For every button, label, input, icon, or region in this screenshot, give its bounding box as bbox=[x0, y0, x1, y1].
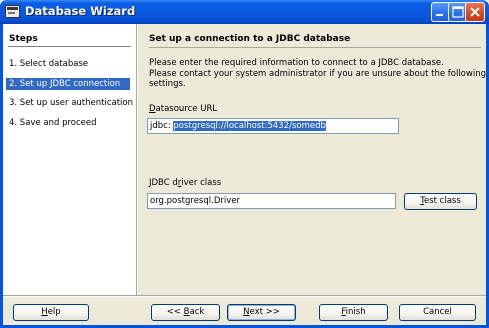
page-title: Set up a connection to a JDBC database bbox=[149, 34, 351, 44]
step-save-proceed: 4. Save and proceed bbox=[9, 118, 97, 128]
steps-panel: Steps 1. Select database 2. Set up JDBC … bbox=[3, 24, 136, 295]
url-value: postgresql://localhost:5432/somedb bbox=[173, 121, 326, 131]
description-line: Please contact your system administrator… bbox=[149, 68, 486, 79]
step-jdbc-connection: 2. Set up JDBC connection bbox=[6, 78, 130, 90]
close-button[interactable] bbox=[465, 2, 485, 22]
app-icon bbox=[5, 5, 20, 18]
datasource-url-field[interactable]: jdbc: postgresql://localhost:5432/somedb bbox=[147, 118, 399, 134]
test-class-button[interactable]: Test class bbox=[404, 193, 477, 210]
wizard-body: Steps 1. Select database 2. Set up JDBC … bbox=[3, 24, 486, 325]
next-button[interactable]: Next >> bbox=[227, 304, 296, 321]
title-bar[interactable]: Database Wizard bbox=[0, 0, 489, 24]
title-divider bbox=[149, 47, 481, 48]
back-button[interactable]: << Back bbox=[151, 304, 220, 321]
database-wizard-window: Database Wizard Steps 1. Select database… bbox=[0, 0, 489, 328]
url-prefix: jdbc: bbox=[150, 121, 171, 131]
finish-button[interactable]: Finish bbox=[319, 304, 388, 321]
help-button[interactable]: Help bbox=[13, 304, 89, 321]
step-user-authentication: 3. Set up user authentication bbox=[9, 98, 133, 108]
steps-divider bbox=[8, 46, 131, 47]
cancel-button[interactable]: Cancel bbox=[399, 304, 476, 321]
driver-class-label: JDBC driver class bbox=[149, 178, 222, 188]
steps-heading: Steps bbox=[9, 34, 38, 44]
step-select-database: 1. Select database bbox=[9, 59, 89, 69]
panel-separator bbox=[136, 24, 138, 295]
driver-class-field[interactable]: org.postgresql.Driver bbox=[147, 193, 396, 209]
datasource-url-label: Datasource URL bbox=[149, 104, 218, 114]
footer-divider bbox=[3, 295, 486, 297]
description-line: settings. bbox=[149, 79, 186, 89]
window-title: Database Wizard bbox=[25, 4, 136, 18]
description-line: Please enter the required information to… bbox=[149, 58, 444, 68]
description: Please enter the required information to… bbox=[149, 58, 486, 90]
close-icon bbox=[470, 7, 480, 17]
